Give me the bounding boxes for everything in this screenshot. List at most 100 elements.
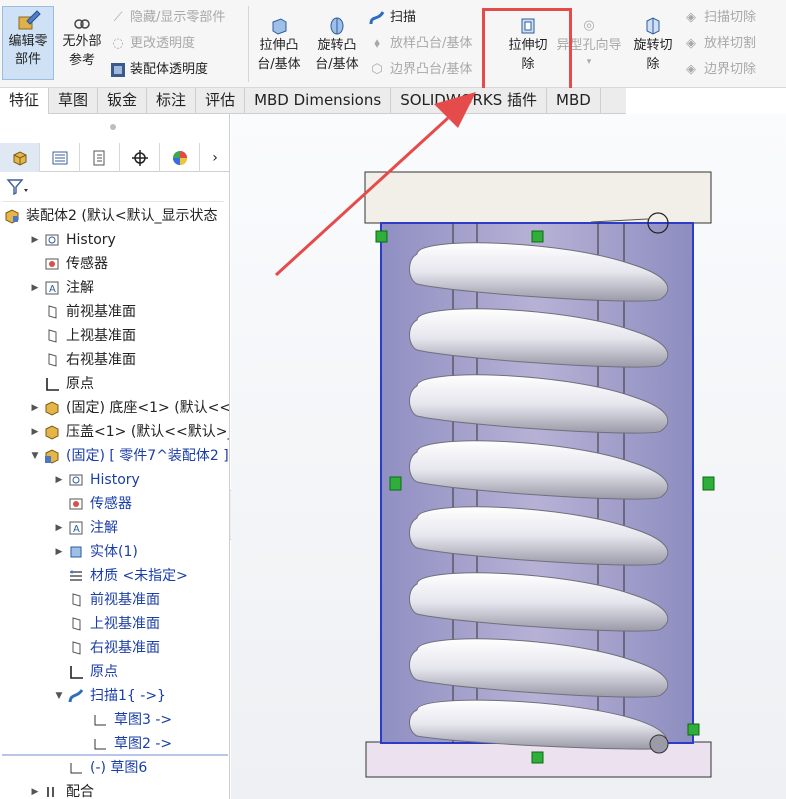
dimxpert-manager-tab[interactable] — [120, 143, 160, 172]
expand-arrow-icon[interactable]: ▶ — [30, 228, 40, 252]
tree-node[interactable]: (-) 草图6 — [0, 756, 229, 780]
tree-node-label: 装配体2 (默认<默认_显示状态 — [26, 208, 218, 224]
configuration-manager-tab[interactable] — [80, 143, 120, 172]
sweep-end-circle — [649, 734, 669, 754]
assembly-3d-view[interactable] — [231, 114, 786, 799]
hide-show-label: 隐藏/显示零部件 — [130, 10, 226, 25]
tree-node[interactable]: 前视基准面 — [0, 300, 229, 324]
filter-button[interactable] — [6, 177, 30, 197]
feature-manager-panel: › 装配体2 (默认<默认_显示状态 ▶ History 传感器 ▶ A 注解 前视基准面 上视… — [0, 114, 230, 799]
loft-cut-button[interactable]: ◈ 放样切割 — [682, 35, 756, 53]
expand-arrow-icon[interactable]: ▶ — [30, 276, 40, 300]
expand-arrow-icon[interactable]: ▶ — [54, 468, 64, 492]
tree-node-label: 原点 — [66, 376, 94, 392]
feature-manager-tab[interactable] — [0, 143, 40, 172]
tree-node[interactable]: ▶ A 注解 — [0, 516, 229, 540]
sketch-handle[interactable] — [375, 230, 388, 243]
expand-arrow-icon[interactable]: ▶ — [54, 540, 64, 564]
edit-component-button[interactable]: 编辑零 部件 — [2, 6, 54, 80]
tree-node[interactable]: 前视基准面 — [0, 588, 229, 612]
collapse-arrow-icon[interactable]: ▼ — [30, 444, 40, 468]
assembly-transparency-icon — [111, 63, 125, 77]
revolve-boss-button[interactable]: 旋转凸 台/基体 — [310, 16, 364, 74]
extrude-boss-button[interactable]: 拉伸凸 台/基体 — [252, 16, 306, 74]
no-external-references-button[interactable]: 无外部 参考 — [56, 14, 108, 70]
tree-node[interactable]: 草图3 -> — [0, 708, 229, 732]
tree-node-label: 上视基准面 — [90, 616, 160, 632]
tree-node[interactable]: ▼ 扫描1{ ->} — [0, 684, 229, 708]
part-icon — [44, 424, 60, 440]
assembly-transparency-button[interactable]: 装配体透明度 — [110, 61, 208, 79]
tree-node[interactable]: ▶ History — [0, 228, 229, 252]
sketch-handle[interactable] — [389, 476, 402, 491]
boundary-cut-icon: ◈ — [686, 62, 696, 77]
tree-node[interactable]: 上视基准面 — [0, 324, 229, 348]
tree-node[interactable]: 草图2 -> — [0, 732, 229, 756]
tree-node[interactable]: 装配体2 (默认<默认_显示状态 — [0, 204, 229, 228]
expand-arrow-icon[interactable]: ▶ — [30, 780, 40, 799]
panel-grip[interactable] — [110, 124, 116, 130]
tab-features[interactable]: 特征 — [0, 88, 50, 114]
collapse-arrow-icon[interactable]: ▼ — [54, 684, 64, 708]
rollback-bar[interactable] — [2, 754, 228, 756]
hide-show-components-button[interactable]: ⟋ 隐藏/显示零部件 — [110, 9, 225, 27]
tab-sheet-metal[interactable]: 钣金 — [98, 88, 148, 114]
history-icon — [44, 232, 60, 248]
tree-node-label: 材质 <未指定> — [90, 568, 188, 584]
sketch-icon — [92, 712, 108, 728]
tab-mbd[interactable]: MBD — [547, 88, 601, 114]
sketch-handle[interactable] — [702, 476, 715, 491]
tab-evaluate[interactable]: 评估 — [196, 88, 246, 114]
tab-sketch[interactable]: 草图 — [49, 88, 99, 114]
expand-arrow-icon[interactable]: ▶ — [30, 420, 40, 444]
tree-node[interactable]: 右视基准面 — [0, 636, 229, 660]
tree-node[interactable]: ▼ (固定) [ 零件7^装配体2 ]< — [0, 444, 229, 468]
tree-node[interactable]: ▶ 实体(1) — [0, 540, 229, 564]
expand-arrow-icon[interactable]: ▶ — [30, 396, 40, 420]
sketch-icon — [92, 736, 108, 752]
loft-boss-button[interactable]: ⬧ 放样凸台/基体 — [368, 35, 472, 53]
tree-node[interactable]: 传感器 — [0, 252, 229, 276]
tree-node[interactable]: ▶ History — [0, 468, 229, 492]
ribbon-separator — [248, 6, 249, 82]
tree-node-label: 传感器 — [90, 496, 132, 512]
boundary-boss-button[interactable]: ⬡ 边界凸台/基体 — [368, 61, 472, 79]
graphics-area[interactable] — [231, 114, 786, 799]
gland-cover-part[interactable] — [364, 171, 712, 224]
tree-node[interactable]: ▶ A 注解 — [0, 276, 229, 300]
sketch-handle[interactable] — [531, 751, 544, 764]
display-manager-icon — [172, 150, 187, 165]
expand-arrow-icon[interactable]: ▶ — [54, 516, 64, 540]
property-manager-tab[interactable] — [40, 143, 80, 172]
panel-tabs-more-button[interactable]: › — [200, 143, 229, 172]
tree-node[interactable]: 原点 — [0, 660, 229, 684]
extrude-cut-highlight-box — [482, 8, 572, 92]
tree-node[interactable]: ▶ 配合 — [0, 780, 229, 799]
change-transparency-button[interactable]: ◌ 更改透明度 — [110, 35, 195, 53]
tree-node-label: History — [90, 472, 140, 488]
tab-solidworks-addins[interactable]: SOLIDWORKS 插件 — [391, 88, 548, 114]
tree-node[interactable]: 原点 — [0, 372, 229, 396]
tree-node[interactable]: 上视基准面 — [0, 612, 229, 636]
revolve-cut-button[interactable]: 旋转切 除 — [628, 16, 678, 74]
boundary-cut-button[interactable]: ◈ 边界切除 — [682, 61, 756, 79]
sweep-cut-button[interactable]: ◈ 扫描切除 — [682, 9, 756, 27]
sketch-handle[interactable] — [687, 723, 700, 736]
sketch-handle[interactable] — [531, 230, 544, 243]
tab-mbd-dimensions[interactable]: MBD Dimensions — [245, 88, 392, 114]
display-manager-tab[interactable] — [160, 143, 200, 172]
tree-node[interactable]: 材质 <未指定> — [0, 564, 229, 588]
revolve-boss-label-2: 台/基体 — [315, 57, 359, 72]
sweep-boss-button[interactable]: 扫描 — [368, 9, 416, 27]
tree-node[interactable]: ▶ 压盖<1> (默认<<默认>_显 — [0, 420, 229, 444]
tree-node[interactable]: 传感器 — [0, 492, 229, 516]
tree-node-label: 扫描1{ ->} — [90, 688, 166, 704]
tree-node[interactable]: ▶ (固定) 底座<1> (默认<<默 — [0, 396, 229, 420]
change-transparency-label: 更改透明度 — [130, 36, 196, 51]
dimxpert-icon — [131, 149, 148, 166]
extrude-boss-icon — [272, 18, 287, 35]
sweep-icon — [68, 688, 84, 704]
tree-node[interactable]: 右视基准面 — [0, 348, 229, 372]
tab-markup[interactable]: 标注 — [147, 88, 197, 114]
boundary-boss-label: 边界凸台/基体 — [390, 62, 473, 77]
